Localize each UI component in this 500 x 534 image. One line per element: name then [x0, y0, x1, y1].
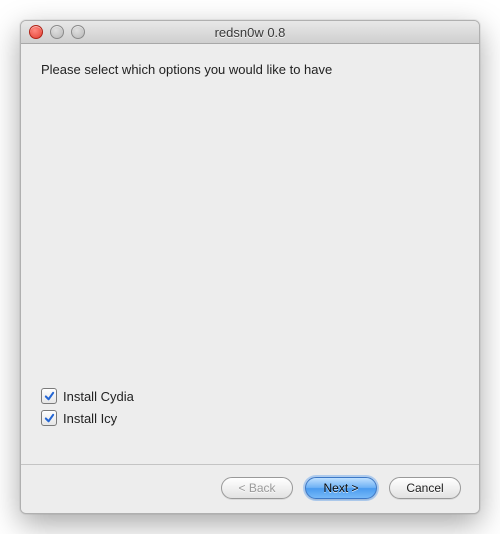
options-list: Install Cydia Install Icy	[41, 382, 459, 432]
checkmark-icon	[44, 391, 55, 402]
checkbox-install-icy[interactable]	[41, 410, 57, 426]
window-minimize-button[interactable]	[50, 25, 64, 39]
traffic-lights	[21, 25, 85, 39]
checkmark-icon	[44, 413, 55, 424]
window-close-button[interactable]	[29, 25, 43, 39]
cancel-button[interactable]: Cancel	[389, 477, 461, 499]
app-window: redsn0w 0.8 Please select which options …	[20, 20, 480, 514]
option-install-icy: Install Icy	[41, 410, 459, 426]
titlebar[interactable]: redsn0w 0.8	[21, 21, 479, 44]
option-install-cydia: Install Cydia	[41, 388, 459, 404]
window-zoom-button[interactable]	[71, 25, 85, 39]
next-button[interactable]: Next >	[305, 477, 377, 499]
window-title: redsn0w 0.8	[21, 25, 479, 40]
button-row: < Back Next > Cancel	[21, 465, 479, 513]
instruction-text: Please select which options you would li…	[41, 62, 459, 77]
option-label: Install Cydia	[63, 389, 134, 404]
content-area: Please select which options you would li…	[21, 44, 479, 464]
checkbox-install-cydia[interactable]	[41, 388, 57, 404]
option-label: Install Icy	[63, 411, 117, 426]
back-button: < Back	[221, 477, 293, 499]
